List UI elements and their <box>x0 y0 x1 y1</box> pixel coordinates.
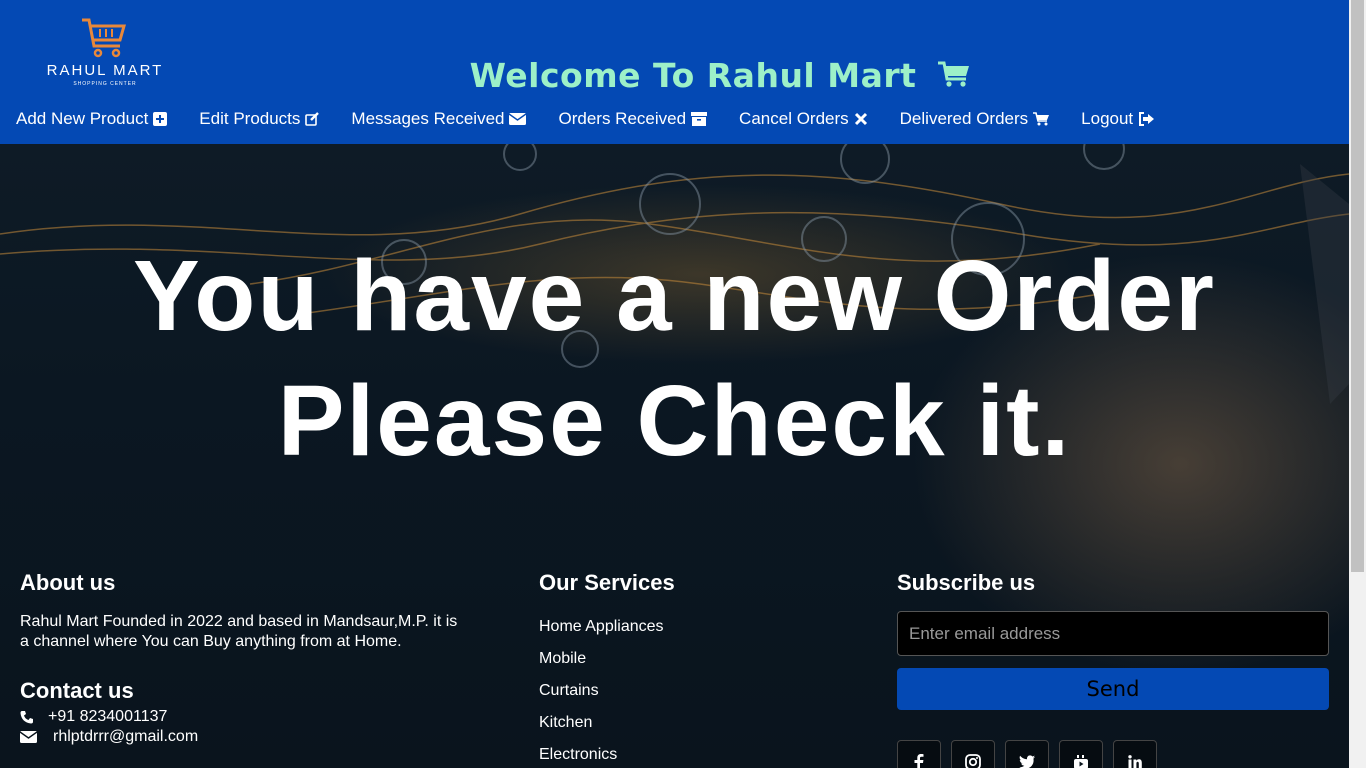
edit-icon <box>305 112 320 126</box>
envelope-icon <box>509 113 527 125</box>
nav-label: Cancel Orders <box>739 109 849 128</box>
services-title: Our Services <box>539 570 675 595</box>
service-link-mobile[interactable]: Mobile <box>539 650 586 668</box>
nav-label: Messages Received <box>351 109 505 128</box>
email-address[interactable]: rhlptdrrr@gmail.com <box>53 728 198 746</box>
nav-label: Edit Products <box>199 109 301 128</box>
archive-icon <box>691 112 708 126</box>
welcome-heading: Welcome To Rahul Mart <box>0 56 1366 95</box>
nav-edit-products[interactable]: Edit Products <box>199 108 320 130</box>
instagram-icon[interactable] <box>951 740 995 768</box>
nav-label: Orders Received <box>558 109 687 128</box>
nav-add-new-product[interactable]: Add New Product <box>16 108 168 130</box>
service-link-kitchen[interactable]: Kitchen <box>539 714 592 732</box>
cart-icon <box>938 61 970 87</box>
service-link-home-appliances[interactable]: Home Appliances <box>539 618 664 636</box>
nav-delivered-orders[interactable]: Delivered Orders <box>900 108 1050 130</box>
youtube-icon[interactable] <box>1059 740 1103 768</box>
order-alert-line2: Please Check it. <box>277 365 1072 477</box>
sign-out-icon <box>1139 112 1155 126</box>
contact-phone: +91 8234001137 <box>20 708 167 726</box>
main-nav: Add New Product Edit Products Messages R… <box>16 108 1186 130</box>
service-link-electronics[interactable]: Electronics <box>539 746 617 764</box>
top-header: RAHUL MART SHOPPING CENTER Welcome To Ra… <box>0 0 1349 144</box>
nav-cancel-orders[interactable]: Cancel Orders <box>739 108 868 130</box>
contact-title: Contact us <box>20 678 134 703</box>
nav-label: Delivered Orders <box>899 109 1029 128</box>
cart-icon <box>1033 112 1050 126</box>
subscribe-email-input[interactable]: Enter email address <box>897 611 1329 656</box>
subscribe-title: Subscribe us <box>897 570 1036 595</box>
nav-label: Logout <box>1081 109 1134 128</box>
service-link-curtains[interactable]: Curtains <box>539 682 599 700</box>
contact-email: rhlptdrrr@gmail.com <box>20 728 198 746</box>
close-icon <box>854 112 867 126</box>
nav-logout[interactable]: Logout <box>1081 108 1155 130</box>
nav-messages-received[interactable]: Messages Received <box>351 108 527 130</box>
nav-label: Add New Product <box>16 109 149 128</box>
order-alert-line1: You have a new Order <box>133 240 1216 352</box>
about-title: About us <box>20 570 116 595</box>
send-button[interactable]: Send <box>897 668 1329 710</box>
shopping-cart-logo-icon <box>82 18 126 58</box>
plus-square-icon <box>153 112 168 126</box>
about-text: Rahul Mart Founded in 2022 and based in … <box>20 613 458 650</box>
welcome-text: Welcome To Rahul Mart <box>469 56 917 95</box>
facebook-icon[interactable] <box>897 740 941 768</box>
nav-orders-received[interactable]: Orders Received <box>558 108 708 130</box>
phone-number: +91 8234001137 <box>48 708 168 725</box>
page-scrollbar-thumb[interactable] <box>1351 0 1364 572</box>
phone-icon <box>20 711 33 724</box>
linkedin-icon[interactable] <box>1113 740 1157 768</box>
twitter-icon[interactable] <box>1005 740 1049 768</box>
envelope-icon <box>20 731 37 743</box>
